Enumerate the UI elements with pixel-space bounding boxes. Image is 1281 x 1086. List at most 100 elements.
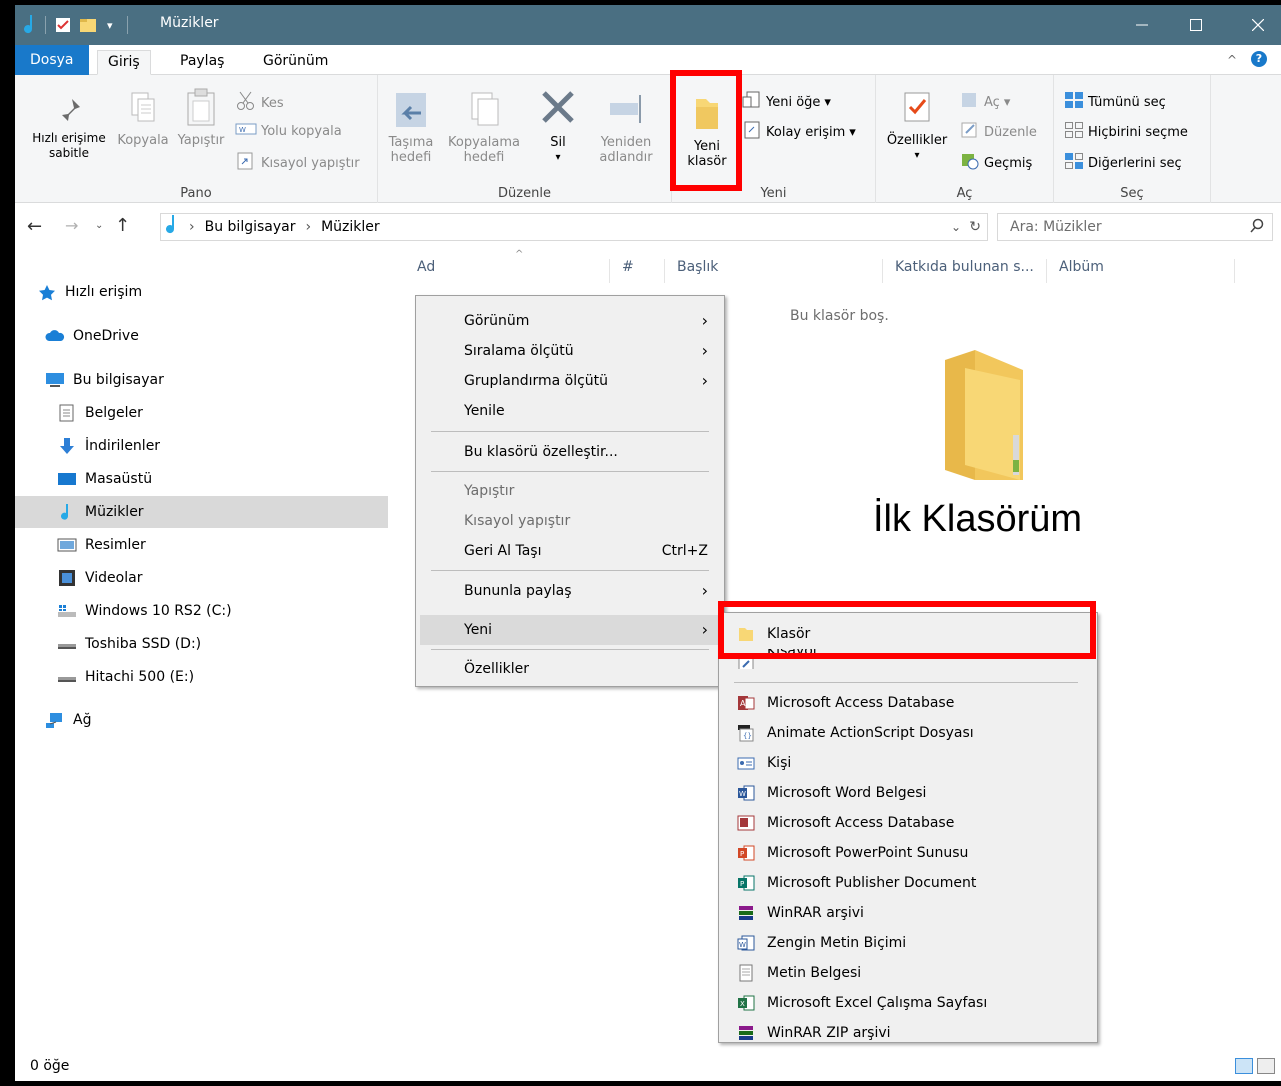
new-item-button[interactable]: Yeni öğe ▾ bbox=[742, 91, 831, 114]
submenu-item-access-db-2[interactable]: Microsoft Access Database bbox=[723, 808, 1093, 838]
invert-selection-button[interactable]: Diğerlerini seç bbox=[1064, 152, 1182, 175]
large-icons-view-icon[interactable] bbox=[1257, 1058, 1275, 1074]
drive-icon bbox=[57, 635, 77, 653]
menu-item-refresh[interactable]: Yenile bbox=[420, 396, 720, 426]
properties-quick-icon[interactable] bbox=[55, 13, 71, 37]
paste-button[interactable]: Yapıştır bbox=[173, 87, 229, 148]
submenu-item-access-db[interactable]: A Microsoft Access Database bbox=[723, 688, 1093, 718]
details-view-icon[interactable] bbox=[1235, 1058, 1253, 1074]
breadcrumb-folder[interactable]: Müzikler bbox=[321, 219, 380, 235]
nav-this-pc[interactable]: Bu bilgisayar bbox=[15, 364, 388, 396]
refresh-icon[interactable]: ↻ bbox=[969, 219, 981, 235]
help-icon[interactable]: ? bbox=[1251, 51, 1267, 67]
new-folder-quick-icon[interactable] bbox=[79, 13, 97, 37]
submenu-item-excel[interactable]: X Microsoft Excel Çalışma Sayfası bbox=[723, 988, 1093, 1018]
nav-drive-e[interactable]: Hitachi 500 (E:) bbox=[15, 661, 388, 693]
nav-onedrive[interactable]: OneDrive bbox=[15, 320, 388, 352]
submenu-item-rich-text[interactable]: W Zengin Metin Biçimi bbox=[723, 928, 1093, 958]
close-button[interactable] bbox=[1235, 5, 1281, 45]
menu-item-sort-by[interactable]: Sıralama ölçütü › bbox=[420, 336, 720, 366]
easy-access-button[interactable]: Kolay erişim ▾ bbox=[742, 121, 856, 144]
nav-desktop[interactable]: Masaüstü bbox=[15, 463, 388, 495]
menu-item-new[interactable]: Yeni › bbox=[420, 615, 720, 645]
address-dropdown-icon[interactable]: ⌄ bbox=[951, 220, 961, 234]
column-title[interactable]: Başlık bbox=[665, 259, 883, 283]
menu-item-undo-move[interactable]: Geri Al Taşı Ctrl+Z bbox=[420, 536, 720, 566]
up-arrow-icon[interactable]: ↑ bbox=[115, 215, 130, 236]
minimize-button[interactable] bbox=[1119, 5, 1165, 45]
nav-label: Windows 10 RS2 (C:) bbox=[85, 603, 232, 619]
nav-pictures[interactable]: Resimler bbox=[15, 529, 388, 561]
cut-button[interactable]: Kes bbox=[235, 91, 284, 116]
nav-drive-c[interactable]: Windows 10 RS2 (C:) bbox=[15, 595, 388, 627]
new-item-icon bbox=[742, 91, 762, 114]
nav-network[interactable]: Ağ bbox=[15, 704, 388, 736]
history-button[interactable]: Geçmiş bbox=[960, 152, 1032, 175]
breadcrumb-pc[interactable]: Bu bilgisayar bbox=[205, 219, 296, 235]
copy-to-button[interactable]: Kopyalama hedefi bbox=[444, 89, 524, 165]
easy-access-label: Kolay erişim bbox=[766, 124, 846, 140]
pin-quick-access-button[interactable]: Hızlı erişime sabitle bbox=[23, 95, 115, 161]
column-name[interactable]: Ad bbox=[405, 259, 610, 283]
nav-drive-d[interactable]: Toshiba SSD (D:) bbox=[15, 628, 388, 660]
tab-share[interactable]: Paylaş bbox=[170, 50, 234, 75]
submenu-item-publisher[interactable]: P Microsoft Publisher Document bbox=[723, 868, 1093, 898]
menu-label: Yapıştır bbox=[464, 483, 515, 499]
publisher-icon: P bbox=[737, 874, 755, 892]
rename-button[interactable]: Yeniden adlandır bbox=[596, 89, 656, 165]
tab-view[interactable]: Görünüm bbox=[253, 50, 338, 75]
column-contributing-artists[interactable]: Katkıda bulunan s... bbox=[883, 259, 1047, 283]
nav-videos[interactable]: Videolar bbox=[15, 562, 388, 594]
submenu-item-powerpoint[interactable]: P Microsoft PowerPoint Sunusu bbox=[723, 838, 1093, 868]
submenu-item-word[interactable]: W Microsoft Word Belgesi bbox=[723, 778, 1093, 808]
collapse-ribbon-icon[interactable]: ^ bbox=[1227, 53, 1237, 67]
delete-button[interactable]: Sil ▾ bbox=[540, 89, 576, 165]
select-none-button[interactable]: Hiçbirini seçme bbox=[1064, 121, 1188, 144]
address-bar[interactable]: › Bu bilgisayar › Müzikler ⌄ ↻ bbox=[160, 213, 988, 241]
submenu-item-winrar-zip[interactable]: WinRAR ZIP arşivi bbox=[723, 1018, 1093, 1048]
nav-documents[interactable]: Belgeler bbox=[15, 397, 388, 429]
recent-locations-icon[interactable]: ⌄ bbox=[95, 220, 103, 231]
customize-quick-access-icon[interactable]: ▾ bbox=[107, 13, 113, 37]
menu-item-paste-shortcut[interactable]: Kısayol yapıştır bbox=[420, 506, 720, 536]
menu-item-customize[interactable]: Bu klasörü özelleştir... bbox=[420, 437, 720, 467]
copy-path-button[interactable]: W Yolu kopyala bbox=[235, 121, 342, 142]
menu-item-properties[interactable]: Özellikler bbox=[420, 654, 720, 684]
copy-button[interactable]: Kopyala bbox=[116, 89, 170, 148]
select-all-label: Tümünü seç bbox=[1088, 94, 1166, 110]
submenu-item-actionscript[interactable]: {} Animate ActionScript Dosyası bbox=[723, 718, 1093, 748]
submenu-label: Microsoft Publisher Document bbox=[767, 875, 977, 891]
select-all-button[interactable]: Tümünü seç bbox=[1064, 91, 1166, 114]
column-number[interactable]: # bbox=[610, 259, 665, 283]
folder-icon[interactable] bbox=[935, 340, 1030, 494]
properties-button[interactable]: Özellikler ▾ bbox=[882, 89, 952, 163]
rename-label-2: adlandır bbox=[599, 150, 653, 165]
menu-separator bbox=[431, 649, 709, 650]
menu-item-share-with[interactable]: Bununla paylaş › bbox=[420, 576, 720, 606]
powerpoint-icon: P bbox=[737, 844, 755, 862]
edit-icon bbox=[960, 121, 980, 144]
submenu-item-text-document[interactable]: Metin Belgesi bbox=[723, 958, 1093, 988]
new-folder-name-label[interactable]: İlk Klasörüm bbox=[873, 498, 1082, 541]
nav-downloads[interactable]: İndirilenler bbox=[15, 430, 388, 462]
properties-label: Özellikler bbox=[886, 133, 948, 148]
menu-item-view[interactable]: Görünüm › bbox=[420, 306, 720, 336]
tab-file[interactable]: Dosya bbox=[15, 45, 89, 75]
maximize-button[interactable] bbox=[1173, 5, 1219, 45]
search-input[interactable]: Ara: Müzikler bbox=[997, 213, 1273, 241]
back-arrow-icon[interactable]: ← bbox=[27, 216, 42, 237]
forward-arrow-icon[interactable]: → bbox=[65, 216, 78, 235]
paste-shortcut-button[interactable]: Kısayol yapıştır bbox=[235, 152, 360, 175]
nav-quick-access[interactable]: Hızlı erişim bbox=[15, 276, 388, 308]
nav-music[interactable]: Müzikler bbox=[15, 496, 388, 528]
edit-button[interactable]: Düzenle bbox=[960, 121, 1037, 144]
column-album[interactable]: Albüm bbox=[1047, 259, 1235, 283]
submenu-item-winrar[interactable]: WinRAR arşivi bbox=[723, 898, 1093, 928]
open-button[interactable]: Aç ▾ bbox=[960, 91, 1010, 114]
submenu-item-contact[interactable]: Kişi bbox=[723, 748, 1093, 778]
move-to-button[interactable]: Taşıma hedefi bbox=[386, 89, 436, 165]
menu-item-group-by[interactable]: Gruplandırma ölçütü › bbox=[420, 366, 720, 396]
pin-icon bbox=[58, 99, 80, 125]
menu-item-paste[interactable]: Yapıştır bbox=[420, 476, 720, 506]
tab-home[interactable]: Giriş bbox=[97, 50, 151, 75]
